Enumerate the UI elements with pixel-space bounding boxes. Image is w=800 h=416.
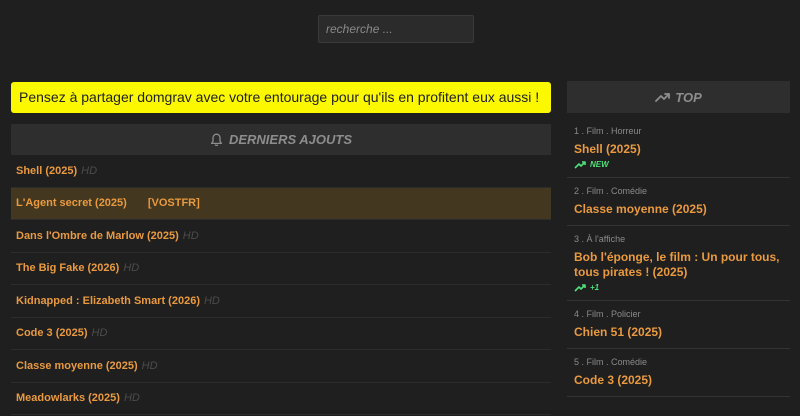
top-item-title[interactable]: Bob l'éponge, le film : Un pour tous, to…	[574, 250, 784, 280]
list-item[interactable]: Meadowlarks (2025) HD	[11, 383, 551, 415]
top-item[interactable]: 4 . Film . Policier Chien 51 (2025)	[567, 301, 790, 349]
search-input[interactable]	[318, 15, 474, 43]
item-title: Classe moyenne (2025)	[16, 359, 138, 372]
top-item-rank: 5 . Film . Comédie	[574, 357, 648, 367]
share-banner-text: Pensez à partager domgrav avec votre ent…	[19, 89, 540, 105]
trending-up-icon	[574, 284, 586, 292]
top-item-title[interactable]: Code 3 (2025)	[574, 373, 784, 388]
bell-icon	[210, 133, 223, 146]
item-title: Kidnapped : Elizabeth Smart (2026)	[16, 294, 200, 307]
list-item[interactable]: Code 3 (2025) HD	[11, 318, 551, 350]
share-banner: Pensez à partager domgrav avec votre ent…	[11, 82, 551, 113]
quality-badge: HD	[141, 359, 158, 372]
top-item-title[interactable]: Shell (2025)	[574, 142, 784, 157]
top-item-rank: 1 . Film . Horreur	[574, 126, 642, 136]
latest-additions-title: DERNIERS AJOUTS	[228, 132, 353, 147]
top-item[interactable]: 1 . Film . Horreur Shell (2025) NEW	[567, 118, 790, 178]
top-title: TOP	[675, 89, 702, 105]
top-item[interactable]: 3 . À l'affiche Bob l'éponge, le film : …	[567, 226, 790, 301]
top-item-title[interactable]: Chien 51 (2025)	[574, 325, 784, 340]
top-header: TOP	[567, 81, 790, 113]
top-item-rank: 2 . Film . Comédie	[574, 186, 648, 196]
item-title: Shell (2025)	[16, 164, 78, 177]
item-title: The Big Fake (2026)	[16, 262, 120, 275]
top-item[interactable]: 2 . Film . Comédie Classe moyenne (2025)	[567, 178, 790, 226]
trend-label: +1	[590, 283, 600, 292]
list-item[interactable]: Dans l'Ombre de Marlow (2025) HD	[11, 220, 551, 253]
quality-badge: HD	[81, 164, 98, 177]
quality-badge: HD	[123, 262, 140, 275]
item-title: L'Agent secret (2025)	[16, 197, 127, 210]
list-item[interactable]: Classe moyenne (2025) HD	[11, 350, 551, 383]
item-title: Meadowlarks (2025)	[16, 392, 120, 405]
search-box	[318, 15, 474, 43]
quality-badge: HD	[182, 229, 199, 242]
list-item[interactable]: The Big Fake (2026) HD	[11, 253, 551, 285]
latest-additions-header: DERNIERS AJOUTS	[11, 124, 551, 155]
trending-up-icon	[574, 161, 586, 169]
trending-up-icon	[655, 93, 671, 102]
item-title: Dans l'Ombre de Marlow (2025)	[16, 229, 179, 242]
trend-indicator: +1	[574, 283, 784, 292]
list-item[interactable]: Shell (2025) HD	[11, 155, 551, 188]
list-item[interactable]: Kidnapped : Elizabeth Smart (2026) HD	[11, 285, 551, 318]
top-item-rank: 4 . Film . Policier	[574, 309, 641, 319]
quality-badge: HD	[91, 327, 108, 340]
top-item[interactable]: 5 . Film . Comédie Code 3 (2025)	[567, 349, 790, 397]
latest-list: Shell (2025) HD L'Agent secret (2025) [V…	[11, 155, 551, 415]
language-tag: [VOSTFR]	[147, 197, 200, 210]
item-title: Code 3 (2025)	[16, 327, 88, 340]
trend-label: NEW	[590, 160, 609, 169]
top-item-rank: 3 . À l'affiche	[574, 234, 626, 244]
quality-badge: HD	[203, 294, 220, 307]
quality-badge: HD	[123, 392, 140, 405]
list-item[interactable]: L'Agent secret (2025) [VOSTFR]	[11, 187, 551, 220]
top-item-title[interactable]: Classe moyenne (2025)	[574, 202, 784, 217]
top-list: 1 . Film . Horreur Shell (2025) NEW 2 . …	[567, 118, 790, 397]
trend-indicator: NEW	[574, 160, 784, 169]
